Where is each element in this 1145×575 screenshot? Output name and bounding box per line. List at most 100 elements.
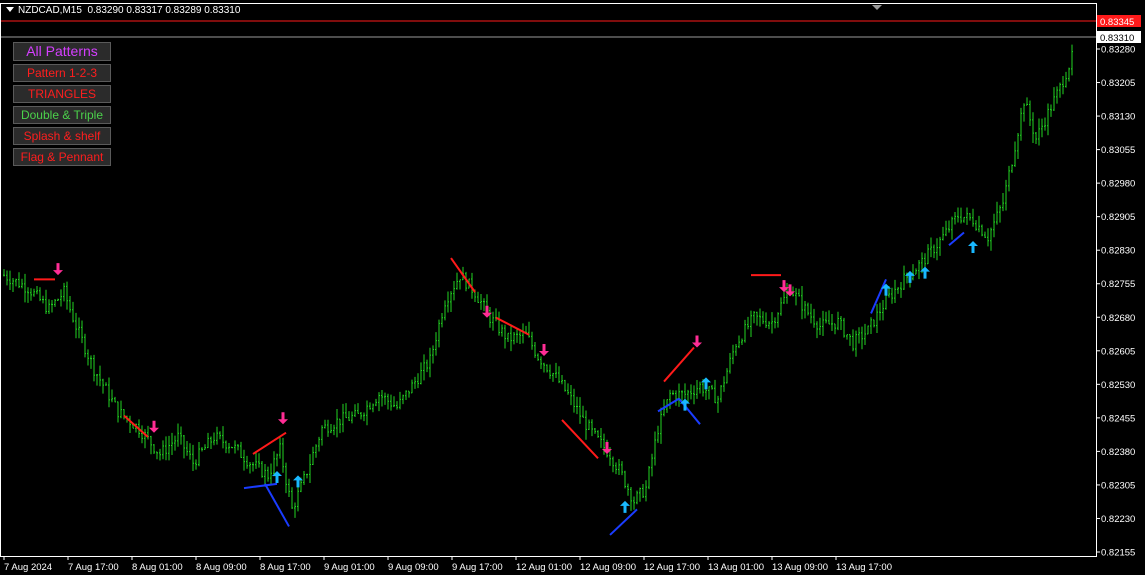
price-bar [657, 425, 659, 443]
y-tick-label: 0.82380 [1101, 447, 1135, 458]
price-bar [540, 356, 542, 370]
price-bar [255, 451, 257, 469]
price-bar [1032, 112, 1034, 143]
price-bar [636, 490, 638, 505]
resistance-pattern-line [123, 414, 149, 438]
price-bar [936, 238, 938, 261]
price-bar [828, 310, 830, 325]
price-bar [24, 273, 26, 303]
price-bar [42, 295, 44, 304]
price-bar [1065, 71, 1067, 88]
price-bar [813, 308, 815, 328]
price-bar [870, 317, 872, 335]
chevron-down-icon[interactable] [6, 7, 14, 12]
price-bar [1014, 141, 1016, 167]
price-bar [711, 384, 713, 390]
price-bar [324, 419, 326, 429]
splash-shelf-button[interactable]: Splash & shelf [13, 127, 111, 145]
price-bar [384, 392, 386, 405]
x-tick-label: 8 Aug 01:00 [132, 562, 183, 573]
y-tick-label: 0.83205 [1101, 78, 1135, 89]
price-bar [720, 385, 722, 403]
price-bar [915, 268, 917, 275]
resistance-pattern-line [450, 257, 476, 293]
price-bar [582, 405, 584, 418]
price-bar [234, 440, 236, 454]
price-bar [426, 359, 428, 373]
y-tick-label: 0.82605 [1101, 346, 1135, 357]
all-patterns-button[interactable]: All Patterns [13, 42, 111, 61]
price-bar [993, 213, 995, 238]
price-bar [561, 374, 563, 385]
price-bar [195, 459, 197, 470]
price-bar [654, 431, 656, 466]
price-bar [87, 349, 89, 366]
price-bar [399, 391, 401, 410]
price-bar [891, 287, 893, 304]
price-bar [66, 281, 68, 310]
price-bar [390, 394, 392, 411]
arrow-down-icon [692, 335, 702, 348]
price-bar [897, 287, 899, 294]
price-bar [918, 259, 920, 280]
price-bar [30, 288, 32, 301]
arrow-down-icon [53, 263, 63, 276]
price-bar [816, 321, 818, 339]
price-bar [27, 287, 29, 303]
price-bar [591, 419, 593, 437]
price-bar [264, 464, 266, 487]
price-bar [51, 299, 53, 313]
price-bar [618, 458, 620, 476]
price-bar [498, 311, 500, 336]
price-bar [516, 328, 518, 343]
triangles-button[interactable]: TRIANGLES [13, 85, 111, 103]
support-pattern-line [948, 231, 965, 247]
price-bar [351, 411, 353, 424]
price-bar [33, 288, 35, 297]
pattern-123-button[interactable]: Pattern 1-2-3 [13, 64, 111, 82]
price-bar [303, 470, 305, 486]
price-bar [546, 364, 548, 373]
price-bar [309, 454, 311, 484]
price-bar [288, 478, 290, 497]
price-bar [675, 390, 677, 406]
price-bar [99, 365, 101, 387]
price-chart[interactable]: 0.83280 0.83205 0.83130 0.83055 0.82980 0.829… [0, 0, 1145, 575]
price-bar [960, 207, 962, 224]
price-bar [252, 462, 254, 472]
price-bar [777, 312, 779, 328]
price-bar [879, 302, 881, 321]
price-bar [1059, 82, 1061, 98]
price-bar [588, 419, 590, 430]
price-bar [219, 431, 221, 440]
price-bar [627, 483, 629, 496]
flag-pennant-button[interactable]: Flag & Pennant [13, 148, 111, 166]
price-bar [651, 453, 653, 477]
price-bar [405, 390, 407, 400]
price-bar [177, 423, 179, 447]
price-bar [831, 314, 833, 331]
arrow-down-icon [149, 420, 159, 433]
price-bar [552, 372, 554, 382]
price-bar [201, 447, 203, 452]
red-level-label: 0.83345 [1100, 17, 1134, 28]
price-bar [279, 437, 281, 459]
price-bar [771, 312, 773, 334]
price-bar [534, 341, 536, 358]
price-bar [84, 333, 86, 358]
price-bar [555, 362, 557, 378]
price-bar [825, 311, 827, 324]
price-bar [336, 408, 338, 438]
y-tick-label: 0.82830 [1101, 246, 1135, 257]
price-bar [186, 441, 188, 456]
price-bar [12, 277, 14, 292]
price-bar [648, 466, 650, 490]
price-bar [966, 207, 968, 225]
price-bar [441, 313, 443, 328]
double-triple-button[interactable]: Double & Triple [13, 106, 111, 124]
price-bar [1068, 67, 1070, 82]
price-bar [339, 418, 341, 434]
price-bar [495, 308, 497, 322]
y-tick-label: 0.83130 [1101, 112, 1135, 123]
price-bar [945, 220, 947, 237]
